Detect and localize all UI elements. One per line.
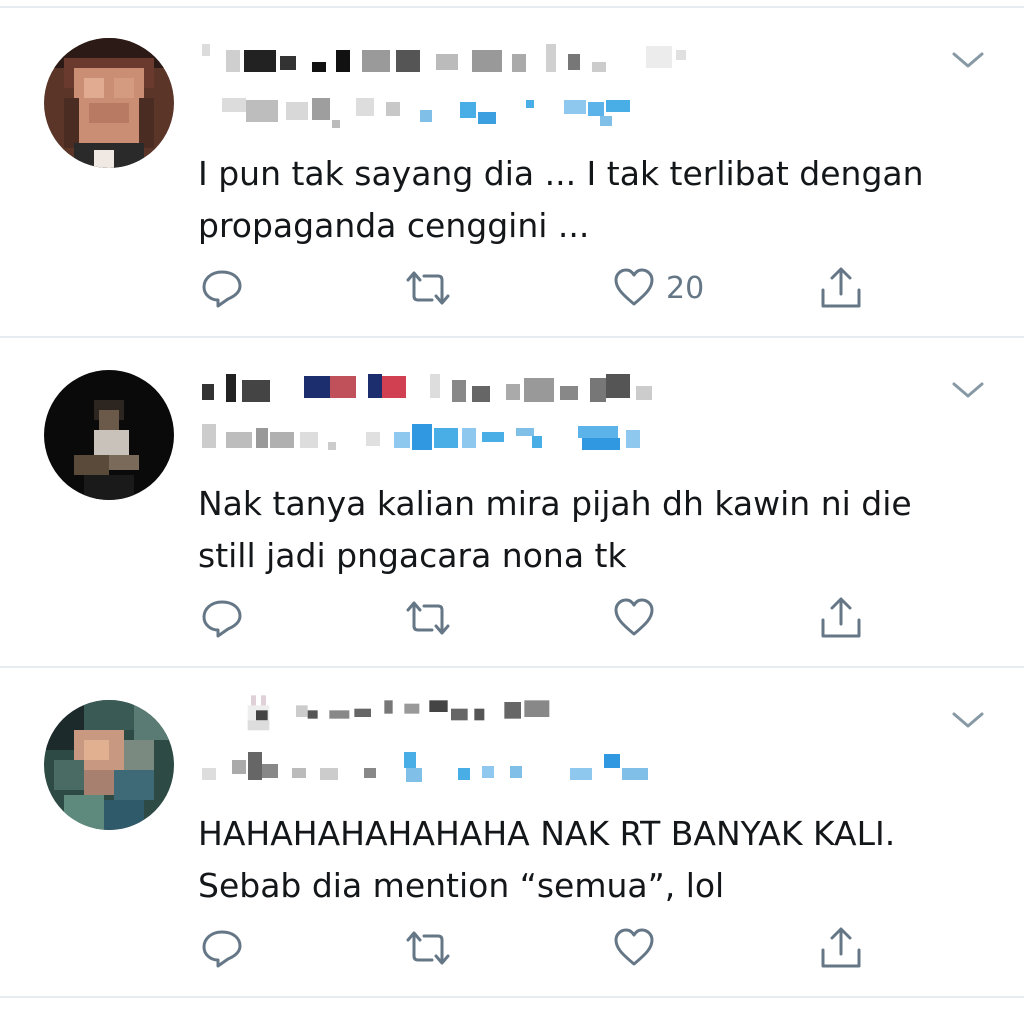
retweet-icon (406, 601, 450, 635)
tweet-3[interactable]: HAHAHAHAHAHAHA NAK RT BANYAK KALI. Sebab… (0, 668, 1024, 998)
heart-icon (614, 268, 654, 306)
heart-icon (614, 598, 654, 636)
retweet-button[interactable] (402, 596, 454, 640)
share-button[interactable] (818, 926, 864, 970)
blurred-avatar-image (44, 370, 174, 500)
share-icon (821, 927, 861, 968)
heart-icon (614, 928, 654, 966)
tweet-actions (0, 596, 1024, 640)
blurred-handle-and-reply-to (202, 424, 640, 450)
tweet-2[interactable]: Nak tanya kalian mira pijah dh kawin ni … (0, 338, 1024, 668)
reply-button[interactable] (200, 596, 244, 640)
share-button[interactable] (818, 596, 864, 640)
chevron-down-icon[interactable] (950, 378, 986, 402)
like-button[interactable] (612, 926, 666, 970)
tweet-1[interactable]: I pun tak sayang dia ... I tak terlibat … (0, 8, 1024, 338)
blurred-handle-and-reply-to (222, 98, 630, 128)
tweet-text: HAHAHAHAHAHAHA NAK RT BANYAK KALI. Sebab… (198, 814, 896, 905)
reply-icon (202, 270, 242, 308)
chevron-down-icon[interactable] (950, 708, 986, 732)
blurred-username (202, 44, 686, 72)
tweet-text: I pun tak sayang dia ... I tak terlibat … (198, 154, 924, 245)
avatar[interactable] (44, 370, 174, 500)
reply-button[interactable] (200, 266, 244, 310)
divider (0, 996, 1024, 998)
avatar[interactable] (44, 38, 174, 168)
share-icon (821, 597, 861, 638)
share-button[interactable] (818, 266, 864, 310)
reply-button[interactable] (200, 926, 244, 970)
share-icon (821, 267, 861, 308)
chevron-down-icon[interactable] (950, 48, 986, 72)
tweet-feed: I pun tak sayang dia ... I tak terlibat … (0, 0, 1024, 1020)
like-button[interactable] (612, 596, 666, 640)
like-button[interactable]: 20 (612, 266, 704, 310)
retweet-button[interactable] (402, 926, 454, 970)
reply-icon (202, 600, 242, 638)
avatar[interactable] (44, 700, 174, 830)
blurred-username (247, 695, 550, 731)
tweet-actions (0, 926, 1024, 970)
tweet-actions: 20 (0, 266, 1024, 310)
reply-icon (202, 930, 242, 968)
tweet-text: Nak tanya kalian mira pijah dh kawin ni … (198, 484, 912, 575)
retweet-icon (406, 271, 450, 305)
blurred-handle-and-reply-to (202, 752, 648, 782)
retweet-icon (406, 931, 450, 965)
blurred-avatar-image (44, 700, 174, 830)
like-count: 20 (666, 270, 705, 306)
blurred-avatar-image (44, 38, 174, 168)
blurred-username (202, 374, 652, 402)
retweet-button[interactable] (402, 266, 454, 310)
